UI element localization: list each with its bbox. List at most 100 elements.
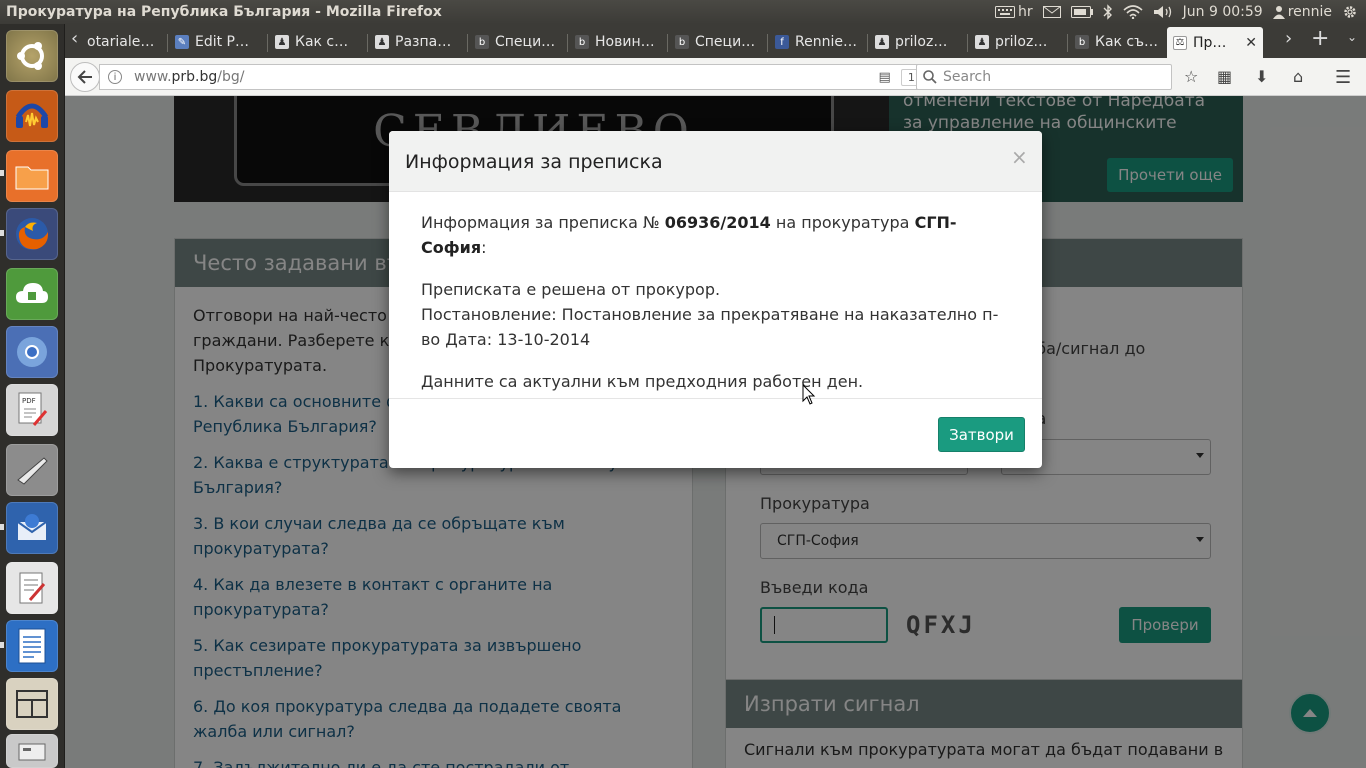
keyboard-layout: hr: [1018, 4, 1033, 20]
volume-indicator[interactable]: [1153, 5, 1173, 19]
clock[interactable]: Jun 9 00:59: [1183, 4, 1263, 20]
edit-page-icon: ✎: [175, 35, 189, 49]
desktop-tool-icon[interactable]: [6, 444, 58, 496]
new-tab-icon[interactable]: +: [1311, 26, 1329, 51]
tab-9[interactable]: ♟ priloz…: [969, 28, 1065, 56]
all-tabs-chevron-down-icon[interactable]: ⌄: [1347, 30, 1357, 44]
case-number: 06936/2014: [664, 213, 771, 232]
workspaces-icon[interactable]: [6, 678, 58, 730]
audacity-icon[interactable]: [6, 90, 58, 142]
thunderbird-icon[interactable]: [6, 502, 58, 554]
tab-label: Разпа…: [395, 34, 452, 50]
tab-label: priloz…: [895, 34, 948, 50]
tab-0[interactable]: otariale…: [81, 28, 165, 56]
status-text: Преписката е решена от прокурор.: [421, 280, 721, 299]
close-icon[interactable]: ×: [1011, 147, 1028, 167]
bookmark-star-icon[interactable]: ☆: [1184, 67, 1198, 86]
b-favicon-icon: b: [475, 35, 489, 49]
modal-header: Информация за преписка ×: [389, 131, 1042, 192]
tab-label: priloz…: [995, 34, 1048, 50]
bookmarks-list-icon[interactable]: ▦: [1217, 67, 1232, 86]
tab-label: Специ…: [495, 34, 556, 50]
user-menu[interactable]: rennie: [1272, 4, 1332, 20]
b-favicon-icon: b: [575, 35, 589, 49]
tab-7[interactable]: f Rennie…: [769, 28, 865, 56]
reader-view-icon[interactable]: ▤: [879, 70, 891, 85]
tab-10[interactable]: b Как съ…: [1069, 28, 1165, 56]
chromium-icon[interactable]: [6, 326, 58, 378]
menu-icon[interactable]: ☰: [1335, 67, 1351, 88]
user-icon: [1272, 6, 1285, 19]
info-icon[interactable]: i: [108, 70, 122, 84]
keyboard-indicator[interactable]: hr: [995, 4, 1033, 20]
tab-label: Как с…: [295, 34, 349, 50]
files-icon[interactable]: [6, 150, 58, 202]
bluetooth-indicator[interactable]: [1103, 4, 1113, 20]
tab-1[interactable]: ✎ Edit P…: [169, 28, 265, 56]
data-freshness-note: Данните са актуални към предходния работ…: [421, 372, 864, 391]
tab-scroll-left-icon[interactable]: ‹: [71, 28, 78, 49]
close-button[interactable]: Затвори: [938, 417, 1025, 452]
case-status: Преписката е решена от прокурор. Постано…: [421, 277, 1010, 352]
tab-3[interactable]: ♟ Разпа…: [369, 28, 465, 56]
text-editor-icon[interactable]: [6, 562, 58, 614]
speaker-icon: [1153, 6, 1171, 18]
tab-divider: [967, 34, 968, 52]
tab-bar: ‹ otariale… ✎ Edit P… ♟ Как с… ♟ Разпа… …: [65, 24, 1366, 58]
tab-scroll-right-icon[interactable]: ›: [1285, 28, 1292, 49]
indicator-area: hr Jun 9 00:59 rennie: [995, 4, 1366, 20]
drive-icon[interactable]: [6, 734, 58, 768]
nav-bar: i www.prb.bg/bg/ ▤ 110% ↻ Search ☆ ▦ ⬇ ⌂…: [65, 58, 1366, 96]
close-tab-icon[interactable]: ✕: [1245, 35, 1257, 51]
modal-footer: Затвори: [389, 398, 1042, 468]
search-icon: [923, 70, 937, 84]
tab-6[interactable]: b Специ…: [669, 28, 765, 56]
back-arrow-icon: [77, 70, 92, 84]
url-bar[interactable]: i www.prb.bg/bg/ ▤ 110% ↻: [99, 64, 973, 90]
tab-active[interactable]: ⚖ Пр… ✕: [1167, 27, 1263, 58]
tab-5[interactable]: b Новин…: [569, 28, 665, 56]
battery-indicator[interactable]: [1070, 6, 1093, 18]
tab-divider: [567, 34, 568, 52]
tab-divider: [667, 34, 668, 52]
page-favicon-icon: ♟: [275, 35, 289, 49]
back-button[interactable]: [70, 62, 100, 92]
wifi-indicator[interactable]: [1123, 5, 1143, 19]
bluetooth-icon: [1103, 4, 1112, 20]
prb-favicon-icon: ⚖: [1173, 35, 1187, 50]
tab-2[interactable]: ♟ Как с…: [269, 28, 365, 56]
user-name: rennie: [1287, 4, 1332, 20]
tab-label: Как съ…: [1095, 34, 1159, 50]
mail-indicator[interactable]: [1042, 6, 1061, 18]
running-pip: [0, 230, 4, 236]
facebook-favicon-icon: f: [775, 35, 789, 49]
launcher: PDF: [0, 24, 65, 768]
writer-icon[interactable]: [6, 620, 58, 672]
running-pip: [0, 642, 4, 648]
tab-label: Специ…: [695, 34, 756, 50]
system-menu[interactable]: [1342, 4, 1358, 20]
tab-label: Edit P…: [195, 34, 250, 50]
case-info-line: Информация за преписка № 06936/2014 на п…: [421, 210, 1010, 260]
modal-body: Информация за преписка № 06936/2014 на п…: [389, 192, 1042, 394]
keyboard-icon: [995, 6, 1016, 18]
tab-8[interactable]: ♟ priloz…: [869, 28, 965, 56]
firefox-icon[interactable]: [6, 208, 58, 260]
tab-4[interactable]: b Специ…: [469, 28, 565, 56]
search-bar[interactable]: Search: [916, 64, 1172, 90]
b-favicon-icon: b: [675, 35, 689, 49]
case-info-mid: на прокуратура: [775, 213, 910, 232]
battery-icon: [1070, 6, 1093, 18]
backup-icon[interactable]: [6, 268, 58, 320]
tab-divider: [867, 34, 868, 52]
home-icon[interactable]: ⌂: [1293, 67, 1303, 86]
wifi-icon: [1123, 5, 1143, 19]
downloads-icon[interactable]: ⬇: [1255, 67, 1268, 86]
gear-icon: [1344, 6, 1356, 18]
running-pip: [0, 524, 4, 530]
pdf-editor-icon[interactable]: PDF: [6, 384, 58, 436]
ubuntu-dash-icon[interactable]: [6, 30, 58, 82]
page-favicon-icon: ♟: [875, 35, 889, 49]
tab-label: Новин…: [595, 34, 655, 50]
modal-title: Информация за преписка: [405, 151, 663, 173]
